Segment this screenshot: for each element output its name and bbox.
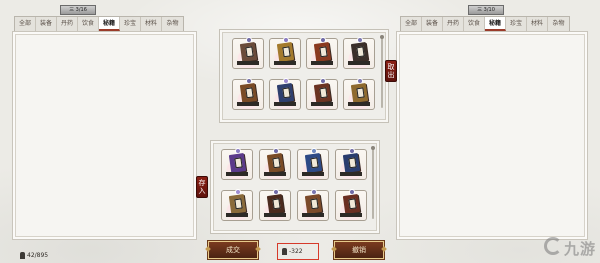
store-panel xyxy=(210,140,380,234)
left-tab-treasure[interactable]: 珍宝 xyxy=(120,17,141,31)
book-icon xyxy=(313,42,332,62)
manual-item[interactable] xyxy=(335,148,367,180)
left-capacity-counter: 42/895 xyxy=(20,252,48,259)
book-icon xyxy=(276,42,295,62)
item-name-tag xyxy=(237,102,259,106)
manual-item[interactable] xyxy=(221,148,253,180)
trade-balance-value: -322 xyxy=(289,248,303,255)
manual-item[interactable] xyxy=(232,37,264,69)
book-icon xyxy=(350,83,369,103)
right-tab-food[interactable]: 饮食 xyxy=(464,17,485,31)
right-tab-all[interactable]: 全部 xyxy=(401,17,422,31)
item-name-tag xyxy=(311,102,333,106)
item-name-tag xyxy=(237,61,259,65)
book-icon xyxy=(276,83,295,103)
item-name-tag xyxy=(348,102,370,106)
book-icon xyxy=(304,194,323,214)
item-name-tag xyxy=(274,102,296,106)
left-capacity-value: 42/895 xyxy=(27,252,49,259)
manual-item[interactable] xyxy=(297,148,329,180)
trade-balance-counter: -322 xyxy=(282,248,303,255)
left-tab-elixir[interactable]: 丹药 xyxy=(57,17,78,31)
book-icon xyxy=(266,153,285,173)
manual-item[interactable] xyxy=(343,37,375,69)
book-icon xyxy=(239,83,258,103)
book-icon xyxy=(239,42,258,62)
item-name-tag xyxy=(264,172,286,176)
manual-item[interactable] xyxy=(343,78,375,110)
bag-icon xyxy=(20,252,25,259)
left-tab-material[interactable]: 材料 xyxy=(141,17,162,31)
manual-item[interactable] xyxy=(306,78,338,110)
right-inventory-panel[interactable] xyxy=(396,31,588,240)
manual-item[interactable] xyxy=(335,189,367,221)
manual-item[interactable] xyxy=(269,37,301,69)
item-name-tag xyxy=(264,213,286,217)
item-name-tag xyxy=(302,172,324,176)
book-icon xyxy=(342,153,361,173)
book-icon xyxy=(266,194,285,214)
item-name-tag xyxy=(226,172,248,176)
confirm-trade-button[interactable]: 成交 xyxy=(208,241,258,259)
watermark-logo-icon xyxy=(543,237,562,255)
left-tab-equipment[interactable]: 装备 xyxy=(36,17,57,31)
left-tab-misc[interactable]: 杂物 xyxy=(162,17,183,31)
manual-item[interactable] xyxy=(269,78,301,110)
item-name-tag xyxy=(340,172,362,176)
left-tab-all[interactable]: 全部 xyxy=(15,17,36,31)
manual-item[interactable] xyxy=(232,78,264,110)
right-tab-bar: 全部 装备 丹药 饮食 秘籍 珍宝 材料 杂物 xyxy=(400,16,570,34)
left-page-indicator: 三 3/16 xyxy=(60,5,96,15)
currency-icon xyxy=(282,248,287,255)
book-icon xyxy=(228,194,247,214)
left-tab-bar: 全部 装备 丹药 饮食 秘籍 珍宝 材料 杂物 xyxy=(14,16,184,34)
undo-trade-button[interactable]: 撤销 xyxy=(334,241,384,259)
take-out-panel xyxy=(219,29,389,123)
right-tab-material[interactable]: 材料 xyxy=(527,17,548,31)
right-tab-misc[interactable]: 杂物 xyxy=(548,17,569,31)
manual-item[interactable] xyxy=(259,189,291,221)
item-name-tag xyxy=(340,213,362,217)
manual-item[interactable] xyxy=(259,148,291,180)
take-out-scrollbar[interactable] xyxy=(380,35,384,108)
manual-item[interactable] xyxy=(306,37,338,69)
book-icon xyxy=(350,42,369,62)
item-name-tag xyxy=(274,61,296,65)
manual-item[interactable] xyxy=(297,189,329,221)
item-name-tag xyxy=(311,61,333,65)
right-tab-elixir[interactable]: 丹药 xyxy=(443,17,464,31)
site-watermark: 九游 xyxy=(543,237,596,259)
right-page-indicator: 三 3/10 xyxy=(468,5,504,15)
right-tab-treasure[interactable]: 珍宝 xyxy=(506,17,527,31)
left-inventory-panel[interactable] xyxy=(12,31,197,240)
store-scrollbar[interactable] xyxy=(371,146,375,219)
right-tab-equipment[interactable]: 装备 xyxy=(422,17,443,31)
store-button[interactable]: 存入 xyxy=(196,176,208,198)
item-name-tag xyxy=(226,213,248,217)
manual-item[interactable] xyxy=(221,189,253,221)
book-icon xyxy=(313,83,332,103)
book-icon xyxy=(304,153,323,173)
left-tab-manual[interactable]: 秘籍 xyxy=(99,17,120,34)
book-icon xyxy=(342,194,361,214)
right-tab-manual[interactable]: 秘籍 xyxy=(485,17,506,34)
take-out-button[interactable]: 取出 xyxy=(385,60,397,82)
book-icon xyxy=(228,153,247,173)
item-name-tag xyxy=(302,213,324,217)
item-name-tag xyxy=(348,61,370,65)
left-tab-food[interactable]: 饮食 xyxy=(78,17,99,31)
